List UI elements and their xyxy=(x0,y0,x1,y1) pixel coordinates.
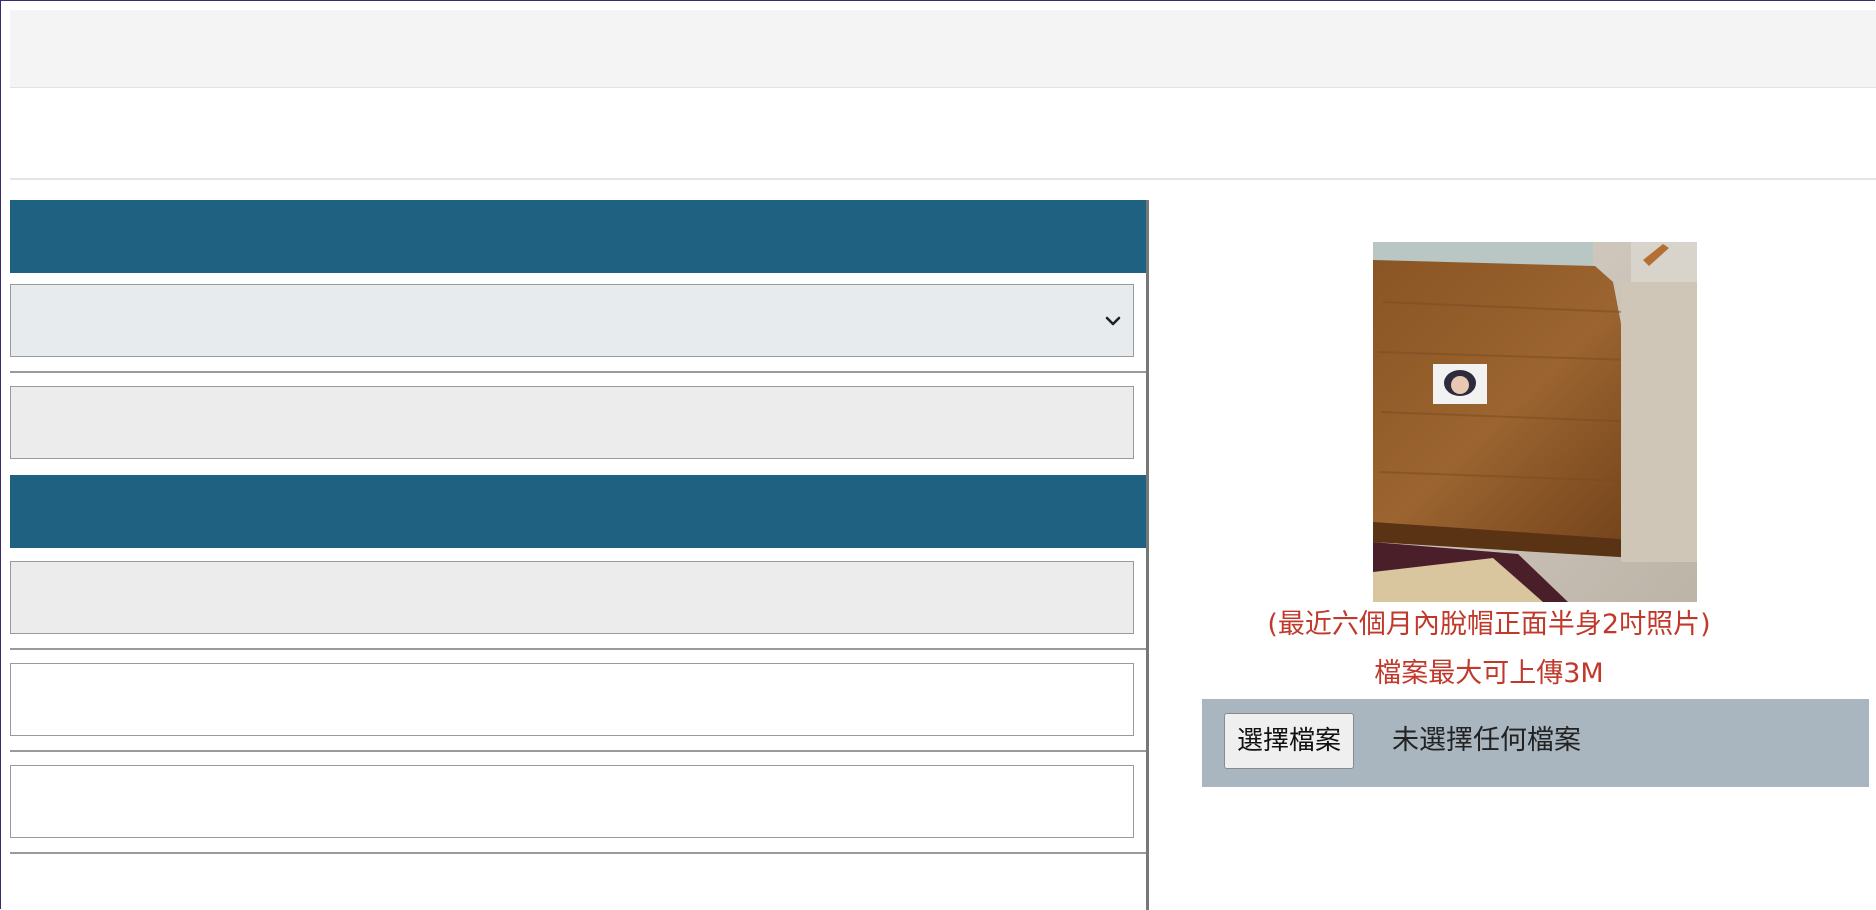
section-header-1 xyxy=(10,200,1146,273)
file-upload-bar: 選擇檔案 未選擇任何檔案 xyxy=(1202,699,1869,787)
photo-requirement-text: (最近六個月內脫帽正面半身2吋照片) xyxy=(1267,609,1711,640)
sub-bar xyxy=(10,88,1876,180)
profile-photo xyxy=(1373,242,1697,602)
readonly-field-2 xyxy=(10,561,1134,634)
row-divider xyxy=(10,371,1146,373)
section-header-2 xyxy=(10,475,1146,548)
row-divider xyxy=(10,852,1146,854)
text-input-2[interactable] xyxy=(10,765,1134,838)
readonly-field-1 xyxy=(10,386,1134,459)
file-status-text: 未選擇任何檔案 xyxy=(1392,725,1581,756)
photo-panel: (最近六個月內脫帽正面半身2吋照片) 檔案最大可上傳3M 選擇檔案 未選擇任何檔… xyxy=(1149,200,1876,910)
top-bar xyxy=(10,10,1876,88)
file-size-limit-text: 檔案最大可上傳3M xyxy=(1374,658,1604,689)
text-input-1[interactable] xyxy=(10,663,1134,736)
row-divider xyxy=(10,648,1146,650)
select-field[interactable] xyxy=(10,284,1134,357)
choose-file-button[interactable]: 選擇檔案 xyxy=(1224,713,1355,769)
row-divider xyxy=(10,750,1146,752)
form-panel xyxy=(10,200,1149,910)
chevron-down-icon xyxy=(1105,316,1121,326)
